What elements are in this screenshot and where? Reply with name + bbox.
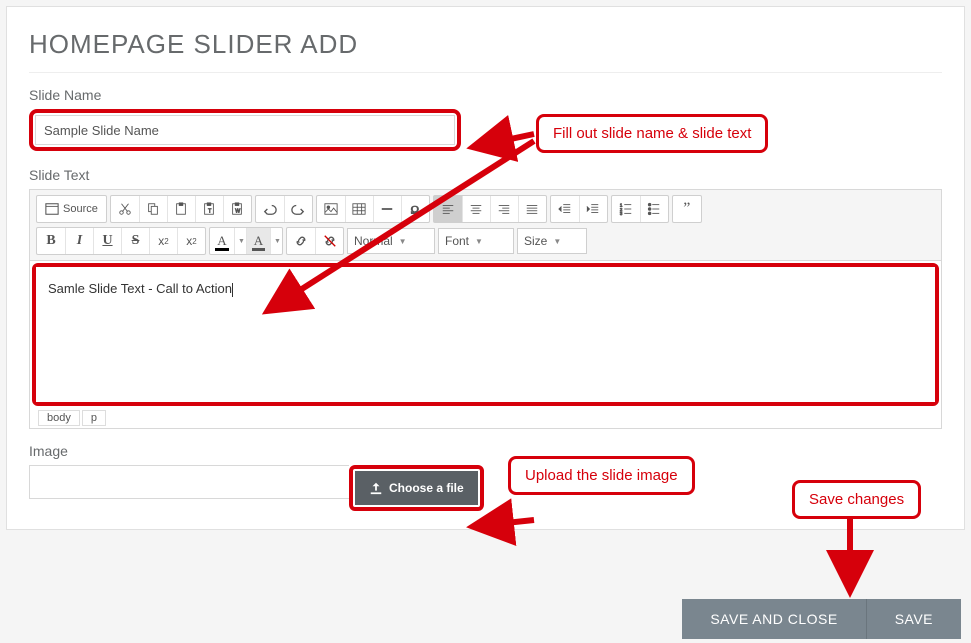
align-justify-button[interactable] [518,196,546,222]
save-and-close-button[interactable]: SAVE AND CLOSE [682,599,865,639]
cut-button[interactable] [111,196,139,222]
paste-text-button[interactable]: T [195,196,223,222]
bg-color-button[interactable]: A [246,228,270,254]
paste-word-button[interactable]: W [223,196,251,222]
choose-file-label: Choose a file [389,481,464,495]
special-char-button[interactable]: Ω [401,196,429,222]
page-title: HOMEPAGE SLIDER ADD [29,29,942,60]
image-label: Image [29,443,942,459]
link-button[interactable] [287,228,315,254]
indent-button[interactable] [579,196,607,222]
svg-text:Ω: Ω [411,204,419,216]
size-select[interactable]: Size ▼ [517,228,587,254]
align-right-button[interactable] [490,196,518,222]
source-button[interactable]: Source [37,196,106,222]
svg-text:T: T [208,209,212,215]
choose-file-button[interactable]: Choose a file [355,471,478,505]
text-color-dropdown[interactable]: ▼ [234,228,246,254]
paragraph-format-select[interactable]: Normal ▼ [347,228,435,254]
align-left-button[interactable] [434,196,462,222]
svg-text:W: W [236,209,241,215]
editor-elements-path: body p [30,408,941,428]
annotation-highlight-choose-file: Choose a file [349,465,484,511]
hr-button[interactable] [373,196,401,222]
save-button[interactable]: SAVE [866,599,961,639]
caret-icon: ▼ [399,237,407,246]
image-button[interactable] [317,196,345,222]
align-center-button[interactable] [462,196,490,222]
font-select-value: Font [445,234,469,248]
caret-icon: ▼ [475,237,483,246]
undo-button[interactable] [256,196,284,222]
paragraph-format-value: Normal [354,234,393,248]
superscript-button[interactable]: x2 [177,228,205,254]
bg-color-dropdown[interactable]: ▼ [270,228,282,254]
bullet-list-button[interactable] [640,196,668,222]
path-p[interactable]: p [82,410,106,426]
outdent-button[interactable] [551,196,579,222]
strike-button[interactable]: S [121,228,149,254]
editor-content[interactable]: Samle Slide Text - Call to Action [36,267,935,402]
redo-button[interactable] [284,196,312,222]
editor-toolbar: Source T W Ω [30,190,941,261]
numbered-list-button[interactable]: 123 [612,196,640,222]
text-color-button[interactable]: A [210,228,234,254]
underline-button[interactable]: U [93,228,121,254]
subscript-button[interactable]: x2 [149,228,177,254]
font-select[interactable]: Font ▼ [438,228,514,254]
annotation-highlight-content: Samle Slide Text - Call to Action [32,263,939,406]
size-select-value: Size [524,234,547,248]
divider [29,72,942,73]
copy-button[interactable] [139,196,167,222]
image-path-input[interactable] [29,465,349,499]
path-body[interactable]: body [38,410,80,426]
annotation-highlight-slide-name [29,109,461,151]
slide-text-label: Slide Text [29,167,942,183]
annotation-callout-top: Fill out slide name & slide text [536,114,768,153]
paste-button[interactable] [167,196,195,222]
annotation-callout-right: Save changes [792,480,921,519]
bold-button[interactable]: B [37,228,65,254]
footer-actions: SAVE AND CLOSE SAVE [682,599,961,639]
annotation-callout-mid: Upload the slide image [508,456,695,495]
blockquote-button[interactable]: ” [673,196,701,222]
caret-icon: ▼ [553,237,561,246]
unlink-button[interactable] [315,228,343,254]
slide-name-input[interactable] [35,115,455,145]
svg-text:3: 3 [620,211,623,216]
editor-text: Samle Slide Text - Call to Action [48,281,232,296]
upload-icon [369,481,383,495]
slide-name-label: Slide Name [29,87,942,103]
rich-text-editor: Source T W Ω [29,189,942,429]
italic-button[interactable]: I [65,228,93,254]
source-label: Source [63,203,98,215]
table-button[interactable] [345,196,373,222]
